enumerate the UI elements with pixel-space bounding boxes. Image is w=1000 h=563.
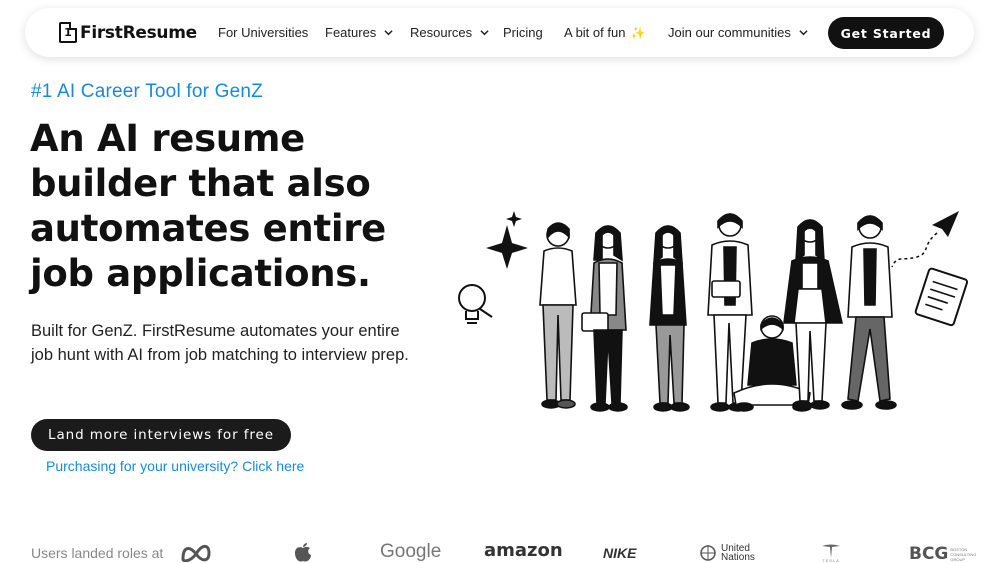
tesla-text: TESLA: [822, 558, 840, 563]
nav-item-join-communities[interactable]: Join our communities: [668, 25, 808, 40]
nav-item-pricing[interactable]: Pricing: [503, 25, 543, 40]
nav-item-label: A bit of fun: [564, 25, 626, 40]
nav-item-label: Join our communities: [668, 25, 791, 40]
people-group-illustration: [539, 213, 897, 412]
chevron-down-icon: [384, 30, 393, 36]
nav-item-label: Resources: [410, 25, 473, 40]
google-logo: Google: [380, 541, 442, 562]
tesla-logo: TESLA: [820, 544, 842, 563]
nav-item-for-universities[interactable]: For Universities: [218, 25, 308, 40]
hero-illustration: [458, 211, 969, 412]
get-started-button[interactable]: Get Started: [828, 17, 944, 49]
nav-item-a-bit-of-fun[interactable]: A bit of fun ✨: [564, 25, 645, 40]
chevron-down-icon: [480, 30, 489, 36]
sparkle-star-icon: [486, 211, 528, 269]
hero-tagline: #1 AI Career Tool for GenZ: [31, 81, 263, 102]
firstresume-logo[interactable]: 1 FirstResume: [59, 22, 197, 43]
logo-mark-icon: 1: [59, 22, 77, 43]
sparkle-icon: ✨: [630, 25, 646, 40]
logos-strip-label: Users landed roles at: [31, 545, 164, 561]
top-navbar: 1 FirstResume For Universities Features …: [25, 8, 974, 57]
nav-item-label: Pricing: [503, 25, 543, 40]
nav-item-label: For Universities: [218, 25, 309, 40]
apple-logo: [294, 543, 312, 563]
lightbulb-icon: [458, 284, 493, 324]
united-nations-text: United Nations: [721, 543, 755, 563]
bcg-subtext: BOSTON CONSULTING GROUP: [950, 546, 977, 562]
paper-plane-icon: [891, 211, 959, 268]
chevron-down-icon: [799, 30, 808, 36]
nike-logo: NIKE: [603, 545, 637, 561]
nav-item-resources[interactable]: Resources: [410, 25, 489, 40]
meta-logo: [180, 544, 212, 562]
bcg-logo: BCG BOSTON CONSULTING GROUP: [909, 544, 978, 563]
bcg-text: BCG: [909, 544, 949, 563]
logo-text: FirstResume: [80, 22, 197, 43]
land-more-interviews-button[interactable]: Land more interviews for free: [31, 419, 291, 451]
nav-item-features[interactable]: Features: [325, 25, 393, 40]
nav-item-label: Features: [325, 25, 377, 40]
amazon-logo: amazon: [484, 540, 563, 561]
university-purchase-link[interactable]: Purchasing for your university? Click he…: [46, 458, 304, 474]
hero-headline: An AI resume builder that also automates…: [30, 117, 386, 295]
hero-subtext: Built for GenZ. FirstResume automates yo…: [31, 322, 409, 364]
united-nations-logo: United Nations: [698, 543, 759, 563]
document-icon: [914, 267, 969, 327]
